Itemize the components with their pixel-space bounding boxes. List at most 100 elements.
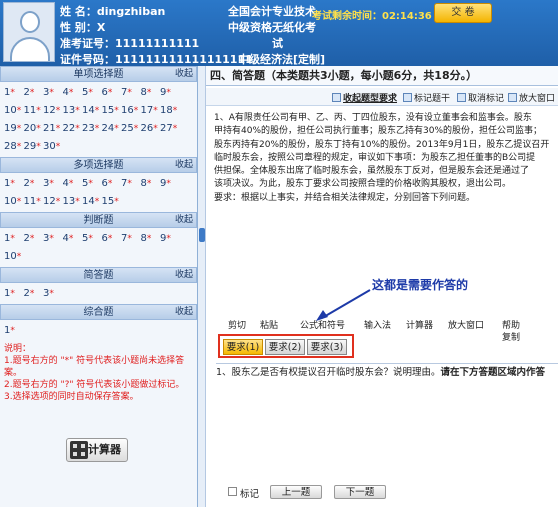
question-number-link[interactable]: 9* xyxy=(160,84,180,101)
tab-requirement-1[interactable]: 要求(1) xyxy=(223,339,263,355)
exam-name-line1: 全国会计专业技术 xyxy=(228,5,316,18)
editor-calculator-button[interactable]: 计算器 xyxy=(406,318,433,331)
question-number-link[interactable]: 1* xyxy=(4,285,24,302)
question-number-link[interactable]: 24* xyxy=(102,120,122,137)
question-number-link[interactable]: 8* xyxy=(141,175,161,192)
tab-requirement-2[interactable]: 要求(2) xyxy=(265,339,305,355)
unanswered-marker: * xyxy=(36,106,41,116)
question-number-link[interactable]: 19* xyxy=(4,120,24,137)
question-number-link[interactable]: 5* xyxy=(82,84,102,101)
unmark-button[interactable]: 取消标记 xyxy=(457,91,504,104)
question-number-link[interactable]: 13* xyxy=(63,102,83,119)
prev-question-button[interactable]: 上一题 xyxy=(270,485,322,499)
section-collapse-button[interactable]: 收起 xyxy=(175,268,193,283)
question-number-link[interactable]: 14* xyxy=(82,102,102,119)
candidate-name: 姓 名：dingzhiban xyxy=(60,5,166,18)
question-number-link[interactable]: 2* xyxy=(24,175,44,192)
question-number: 30 xyxy=(43,141,56,152)
panel-splitter[interactable] xyxy=(198,66,206,507)
question-number-link[interactable]: 25* xyxy=(121,120,141,137)
candidate-gender: 性 别：X xyxy=(60,21,106,34)
question-number-link[interactable]: 30* xyxy=(43,138,63,155)
unanswered-marker: * xyxy=(10,179,15,189)
question-number-link[interactable]: 7* xyxy=(121,230,141,247)
unanswered-marker: * xyxy=(16,252,22,262)
question-number-link[interactable]: 4* xyxy=(63,84,83,101)
question-number-link[interactable]: 11* xyxy=(24,102,44,119)
question-number-link[interactable]: 13* xyxy=(63,193,83,210)
zoom-window-button[interactable]: 放大窗口 xyxy=(508,91,555,104)
question-number-link[interactable]: 17* xyxy=(141,102,161,119)
question-number-link[interactable]: 2* xyxy=(24,230,44,247)
question-number: 14 xyxy=(82,105,95,116)
question-number-link[interactable]: 3* xyxy=(43,84,63,101)
question-number-link[interactable]: 3* xyxy=(43,175,63,192)
question-number-link[interactable]: 7* xyxy=(121,175,141,192)
question-number-link[interactable]: 8* xyxy=(141,84,161,101)
question-number-link[interactable]: 10* xyxy=(4,193,24,210)
section-header: 综合题 收起 xyxy=(0,304,197,320)
question-number-link[interactable]: 5* xyxy=(82,230,102,247)
question-number-link[interactable]: 9* xyxy=(160,230,180,247)
question-number-link[interactable]: 1* xyxy=(4,322,24,339)
question-number-link[interactable]: 5* xyxy=(82,175,102,192)
question-number-link[interactable]: 3* xyxy=(43,230,63,247)
mark-checkbox[interactable] xyxy=(228,487,237,496)
collapse-arrow-icon[interactable] xyxy=(199,228,205,242)
collapse-icon xyxy=(332,93,341,102)
question-number-link[interactable]: 28* xyxy=(4,138,24,155)
question-number-link[interactable]: 7* xyxy=(121,84,141,101)
submit-exam-button[interactable]: 交 卷 xyxy=(434,3,492,23)
answer-area[interactable]: 1、股东乙是否有权提议召开临时股东会？说明理由。请在下方答题区域内作答 xyxy=(216,363,558,475)
question-line: 该项决议。为此，股东丁要求公司按照合理的价格收购其股权，退出公司。 xyxy=(214,179,512,190)
question-number-link[interactable]: 1* xyxy=(4,84,24,101)
question-number-link[interactable]: 2* xyxy=(24,285,44,302)
next-question-button[interactable]: 下一题 xyxy=(334,485,386,499)
question-number-link[interactable]: 21* xyxy=(43,120,63,137)
unanswered-marker: * xyxy=(94,106,100,116)
question-number-link[interactable]: 8* xyxy=(141,230,161,247)
question-number-link[interactable]: 4* xyxy=(63,175,83,192)
question-number-link[interactable]: 1* xyxy=(4,230,24,247)
cut-button[interactable]: 剪切 xyxy=(228,318,246,331)
question-number-link[interactable]: 6* xyxy=(102,84,122,101)
question-number-link[interactable]: 15* xyxy=(102,102,122,119)
question-number-link[interactable]: 22* xyxy=(63,120,83,137)
question-number: 12 xyxy=(43,196,56,207)
calculator-button[interactable]: 计算器 xyxy=(66,438,128,462)
section-collapse-button[interactable]: 收起 xyxy=(175,213,193,228)
mark-stem-button[interactable]: 标记题干 xyxy=(403,91,450,104)
question-number-link[interactable]: 9* xyxy=(160,175,180,192)
question-number-link[interactable]: 20* xyxy=(24,120,44,137)
copy-button[interactable]: 复制 xyxy=(502,330,520,343)
editor-zoom-button[interactable]: 放大窗口 xyxy=(448,318,484,331)
question-number-link[interactable]: 2* xyxy=(24,84,44,101)
question-number-link[interactable]: 16* xyxy=(121,102,141,119)
question-number-link[interactable]: 6* xyxy=(102,230,122,247)
collapse-requirements-button[interactable]: 收起题型要求 xyxy=(332,91,397,104)
unanswered-marker: * xyxy=(16,106,22,116)
tab-requirement-3[interactable]: 要求(3) xyxy=(307,339,347,355)
question-number-link[interactable]: 1* xyxy=(4,175,24,192)
section-collapse-button[interactable]: 收起 xyxy=(175,305,193,320)
question-number-link[interactable]: 18* xyxy=(160,102,180,119)
question-number-link[interactable]: 3* xyxy=(43,285,63,302)
question-number-link[interactable]: 26* xyxy=(141,120,161,137)
section-collapse-button[interactable]: 收起 xyxy=(175,67,193,82)
question-grid: 1* xyxy=(0,320,197,341)
question-number-link[interactable]: 12* xyxy=(43,193,63,210)
question-number-link[interactable]: 6* xyxy=(102,175,122,192)
paste-button[interactable]: 粘贴 xyxy=(260,318,278,331)
question-number-link[interactable]: 10* xyxy=(4,248,24,265)
question-number-link[interactable]: 29* xyxy=(24,138,44,155)
section-collapse-button[interactable]: 收起 xyxy=(175,158,193,173)
question-number-link[interactable]: 23* xyxy=(82,120,102,137)
question-number-link[interactable]: 15* xyxy=(102,193,122,210)
question-number-link[interactable]: 11* xyxy=(24,193,44,210)
question-number-link[interactable]: 10* xyxy=(4,102,24,119)
unanswered-marker: * xyxy=(146,179,152,189)
question-number-link[interactable]: 27* xyxy=(160,120,180,137)
question-number-link[interactable]: 4* xyxy=(63,230,83,247)
question-number-link[interactable]: 14* xyxy=(82,193,102,210)
question-number-link[interactable]: 12* xyxy=(43,102,63,119)
